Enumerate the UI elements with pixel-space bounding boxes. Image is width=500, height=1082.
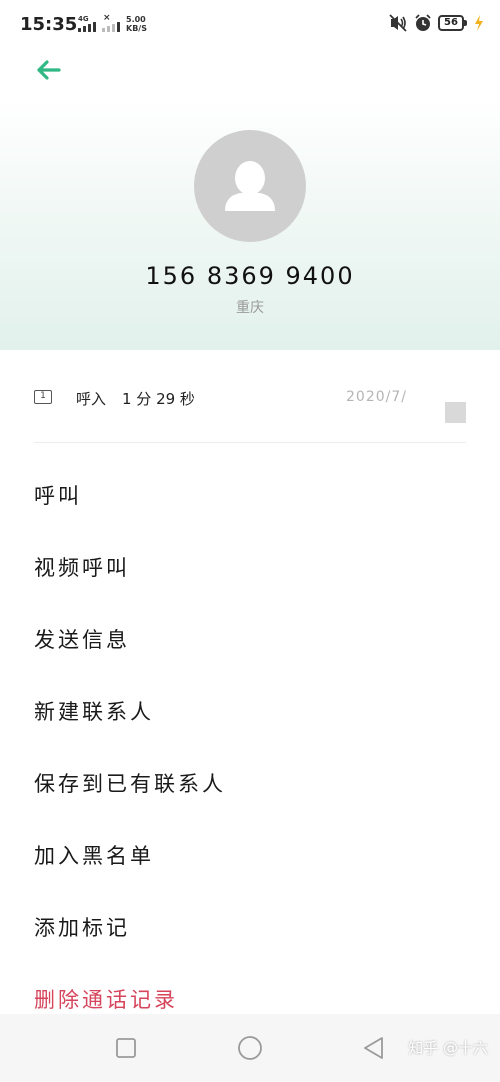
- menu-item-video-call[interactable]: 视频呼叫: [34, 532, 474, 602]
- menu-item-label: 新建联系人: [34, 700, 154, 724]
- network-speed: 5.00 KB/S: [126, 15, 147, 33]
- back-button[interactable]: [30, 54, 66, 86]
- system-nav-bar: 知乎 @十六: [0, 1014, 500, 1082]
- menu-item-label: 视频呼叫: [34, 556, 130, 580]
- divider: [34, 442, 466, 443]
- menu-item-send-message[interactable]: 发送信息: [34, 604, 474, 674]
- number-location: 重庆: [236, 300, 264, 316]
- network-speed-unit: KB/S: [126, 24, 147, 33]
- menu-item-label: 添加标记: [34, 916, 130, 940]
- network-speed-value: 5.00: [126, 15, 146, 24]
- contact-header: 15:35 4G × 5.00 KB/S 56 156 8369 9400 重庆: [0, 0, 500, 350]
- call-date: 2020/7/: [346, 389, 407, 405]
- sim2-network-label: ×: [103, 13, 111, 23]
- watermark: 知乎 @十六: [408, 1039, 488, 1057]
- contact-avatar: [194, 130, 306, 242]
- home-button[interactable]: [237, 1035, 263, 1061]
- back-triangle-icon: [364, 1037, 383, 1059]
- status-bar: 15:35 4G × 5.00 KB/S 56: [0, 0, 500, 50]
- home-circle-icon: [238, 1036, 262, 1060]
- recent-apps-button[interactable]: [114, 1036, 138, 1060]
- nav-back-button[interactable]: [362, 1036, 386, 1060]
- menu-item-label: 删除通话记录: [34, 988, 178, 1012]
- call-duration: 1 分 29 秒: [122, 390, 195, 408]
- sim-card-icon: 1: [34, 390, 52, 404]
- status-time: 15:35: [20, 14, 78, 35]
- menu-item-label: 加入黑名单: [34, 844, 154, 868]
- sim-card-label: 1: [40, 391, 46, 401]
- alarm-icon: [415, 14, 431, 31]
- charging-icon: [475, 15, 483, 31]
- menu-item-label: 呼叫: [34, 484, 82, 508]
- menu-item-new-contact[interactable]: 新建联系人: [34, 676, 474, 746]
- menu-item-add-tag[interactable]: 添加标记: [34, 892, 474, 962]
- phone-number: 156 8369 9400: [145, 262, 355, 290]
- battery-icon: 56: [438, 15, 467, 31]
- mute-vibrate-icon: [389, 14, 407, 32]
- record-thumbnail: [445, 402, 466, 423]
- sim2-signal-icon: [102, 22, 120, 32]
- menu-item-label: 发送信息: [34, 628, 130, 652]
- menu-item-add-blacklist[interactable]: 加入黑名单: [34, 820, 474, 890]
- battery-level: 56: [444, 17, 458, 28]
- person-placeholder-icon: [225, 161, 275, 211]
- sim1-signal-icon: [78, 22, 96, 32]
- recent-apps-square-icon: [116, 1038, 136, 1058]
- menu-item-save-to-existing[interactable]: 保存到已有联系人: [34, 748, 474, 818]
- menu-item-call[interactable]: 呼叫: [34, 460, 474, 530]
- call-type: 呼入: [76, 390, 107, 408]
- arrow-left-icon: [37, 60, 61, 80]
- call-record-row[interactable]: 1 呼入 1 分 29 秒 2020/7/: [34, 384, 466, 424]
- menu-item-label: 保存到已有联系人: [34, 772, 226, 796]
- status-icons: 56: [388, 14, 484, 32]
